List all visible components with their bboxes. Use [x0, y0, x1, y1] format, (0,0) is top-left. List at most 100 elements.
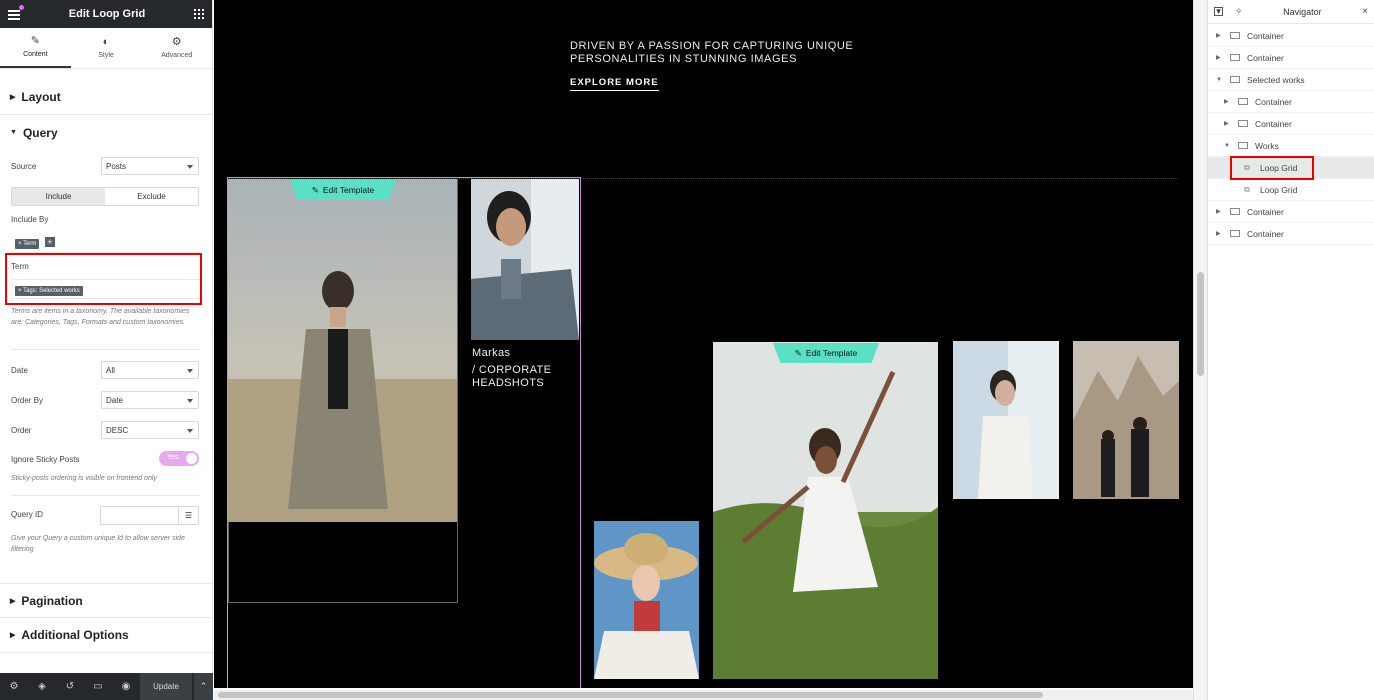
caret-right-icon: ▶ [10, 632, 16, 639]
navigator-item-label: Container [1247, 228, 1284, 239]
caret-right-icon[interactable]: ▶ [1216, 54, 1224, 61]
edit-template-button[interactable]: ✎ Edit Template [290, 180, 396, 200]
toggle-knob [186, 453, 197, 464]
include-by-label: Include By [11, 215, 49, 224]
caret-right-icon[interactable]: ▶ [1224, 120, 1232, 127]
divider [11, 349, 199, 350]
edit-template-label-2: Edit Template [805, 348, 858, 358]
include-tab[interactable]: Include [12, 188, 105, 205]
caret-right-icon[interactable]: ▶ [1216, 32, 1224, 39]
order-by-select[interactable]: Date [101, 391, 199, 409]
query-id-input[interactable]: ☰ [100, 506, 199, 525]
navigator-item-container[interactable]: ▶ Container [1208, 223, 1374, 245]
chevron-down-icon [187, 399, 193, 403]
plus-icon[interactable]: + [44, 237, 55, 247]
database-icon[interactable]: ☰ [178, 507, 198, 524]
photo-couple-mountains-image [1073, 341, 1179, 499]
sticky-toggle[interactable]: Yes [159, 451, 199, 466]
include-by-field[interactable]: × Term + [11, 233, 199, 253]
source-row: Source Posts [11, 157, 199, 175]
navigator-title: Navigator [1283, 6, 1322, 17]
responsive-icon[interactable]: ▭ [84, 673, 112, 700]
photo-couple-mountains[interactable] [1073, 341, 1179, 499]
navigator-item-container[interactable]: ▶ Container [1208, 113, 1374, 135]
photo-woman-white[interactable] [953, 341, 1059, 499]
photo-woman-field[interactable] [713, 342, 938, 679]
photo-man-headshot[interactable] [471, 179, 579, 340]
caret-down-icon[interactable]: ▼ [1216, 77, 1224, 83]
settings-icon[interactable]: ⚙ [0, 673, 28, 700]
hero-text: DRIVEN BY A PASSION FOR CAPTURING UNIQUE… [570, 40, 853, 66]
hamburger-menu-icon[interactable] [8, 4, 24, 20]
caret-right-icon[interactable]: ▶ [1224, 98, 1232, 105]
container-icon [1230, 32, 1240, 39]
term-hint: Terms are items in a taxonomy. The avail… [11, 308, 190, 326]
chevron-down-icon [187, 369, 193, 373]
history-icon[interactable]: ↺ [56, 673, 84, 700]
source-value: Posts [106, 162, 127, 171]
order-select[interactable]: DESC [101, 421, 199, 439]
collapse-all-icon[interactable]: ▾ [1214, 7, 1223, 16]
navigator-item-loop-grid[interactable]: ⧉ Loop Grid [1208, 179, 1374, 201]
horizontal-scrollbar[interactable] [214, 690, 1193, 700]
edit-template-button[interactable]: ✎ Edit Template [773, 343, 879, 363]
photo-woman-field-image [713, 342, 938, 679]
order-value: DESC [106, 426, 129, 435]
caret-right-icon[interactable]: ▶ [1216, 230, 1224, 237]
close-icon[interactable]: × [1362, 6, 1368, 17]
preview-canvas: DRIVEN BY A PASSION FOR CAPTURING UNIQUE… [214, 0, 1193, 688]
include-by-chip[interactable]: × Term [15, 239, 40, 249]
chevron-down-icon [187, 165, 193, 169]
query-id-hint: Give your Query a custom unique Id to al… [11, 535, 185, 553]
include-exclude-toggle: Include Exclude [11, 187, 199, 206]
caret-right-icon: ▶ [10, 94, 16, 101]
scroll-thumb[interactable] [1197, 272, 1204, 376]
sparkle-icon[interactable]: ✧ [1235, 6, 1243, 17]
navigator-item-label: Container [1255, 96, 1292, 107]
photo-woman-sunhat[interactable] [594, 521, 699, 679]
date-select[interactable]: All [101, 361, 199, 379]
widgets-grid-icon[interactable] [193, 9, 204, 19]
section-query[interactable]: ▼ Query [0, 115, 212, 150]
container-icon [1230, 230, 1240, 237]
tab-style[interactable]: ◐ Style [71, 28, 142, 68]
divider [11, 495, 199, 496]
caption-line-1: / CORPORATE [472, 364, 552, 376]
navigator-item-label: Works [1255, 140, 1279, 151]
layers-icon[interactable]: ◈ [28, 673, 56, 700]
navigator-item-works[interactable]: ▼ Works [1208, 135, 1374, 157]
navigator-item-container[interactable]: ▶ Container [1208, 25, 1374, 47]
navigator-item-selected-works[interactable]: ▼ Selected works [1208, 69, 1374, 91]
panel-title: Edit Loop Grid [68, 8, 146, 20]
photo-woman-desert[interactable] [228, 179, 457, 522]
section-additional-options[interactable]: ▶ Additional Options [0, 618, 212, 653]
explore-more-link[interactable]: EXPLORE MORE [570, 77, 659, 91]
source-select[interactable]: Posts [101, 157, 199, 175]
tab-advanced[interactable]: ⚙ Advanced [141, 28, 212, 68]
vertical-scrollbar[interactable] [1193, 0, 1207, 700]
navigator-item-container[interactable]: ▶ Container [1208, 91, 1374, 113]
navigator-item-container[interactable]: ▶ Container [1208, 47, 1374, 69]
section-pagination[interactable]: ▶ Pagination [0, 583, 212, 618]
update-button[interactable]: Update [140, 673, 192, 700]
section-layout[interactable]: ▶ Layout [0, 80, 212, 115]
caret-right-icon[interactable]: ▶ [1216, 208, 1224, 215]
navigator-item-label: Container [1255, 118, 1292, 129]
navigator-item-label: Container [1247, 206, 1284, 217]
photo-woman-desert-image [228, 179, 457, 522]
section-layout-label: Layout [21, 90, 61, 104]
loop-grid-highlight-box [1230, 156, 1314, 180]
caption-line-2: HEADSHOTS [472, 377, 545, 389]
sticky-label: Ignore Sticky Posts [11, 454, 80, 464]
navigator-item-container[interactable]: ▶ Container [1208, 201, 1374, 223]
tab-content[interactable]: ✎ Content [0, 28, 71, 68]
preview-eye-icon[interactable]: ◉ [112, 673, 140, 700]
edit-template-label: Edit Template [322, 185, 375, 195]
exclude-tab[interactable]: Exclude [105, 188, 198, 205]
edit-panel: Edit Loop Grid ✎ Content ◐ Style ⚙ Advan… [0, 0, 213, 700]
editor-app: Edit Loop Grid ✎ Content ◐ Style ⚙ Advan… [0, 0, 1374, 700]
navigator-panel: ▾ ✧ Navigator × ▶ Container ▶ Container … [1207, 0, 1374, 700]
scroll-thumb[interactable] [218, 692, 1043, 698]
chevron-up-icon[interactable]: ⌃ [193, 673, 213, 700]
caret-down-icon[interactable]: ▼ [1224, 143, 1232, 149]
